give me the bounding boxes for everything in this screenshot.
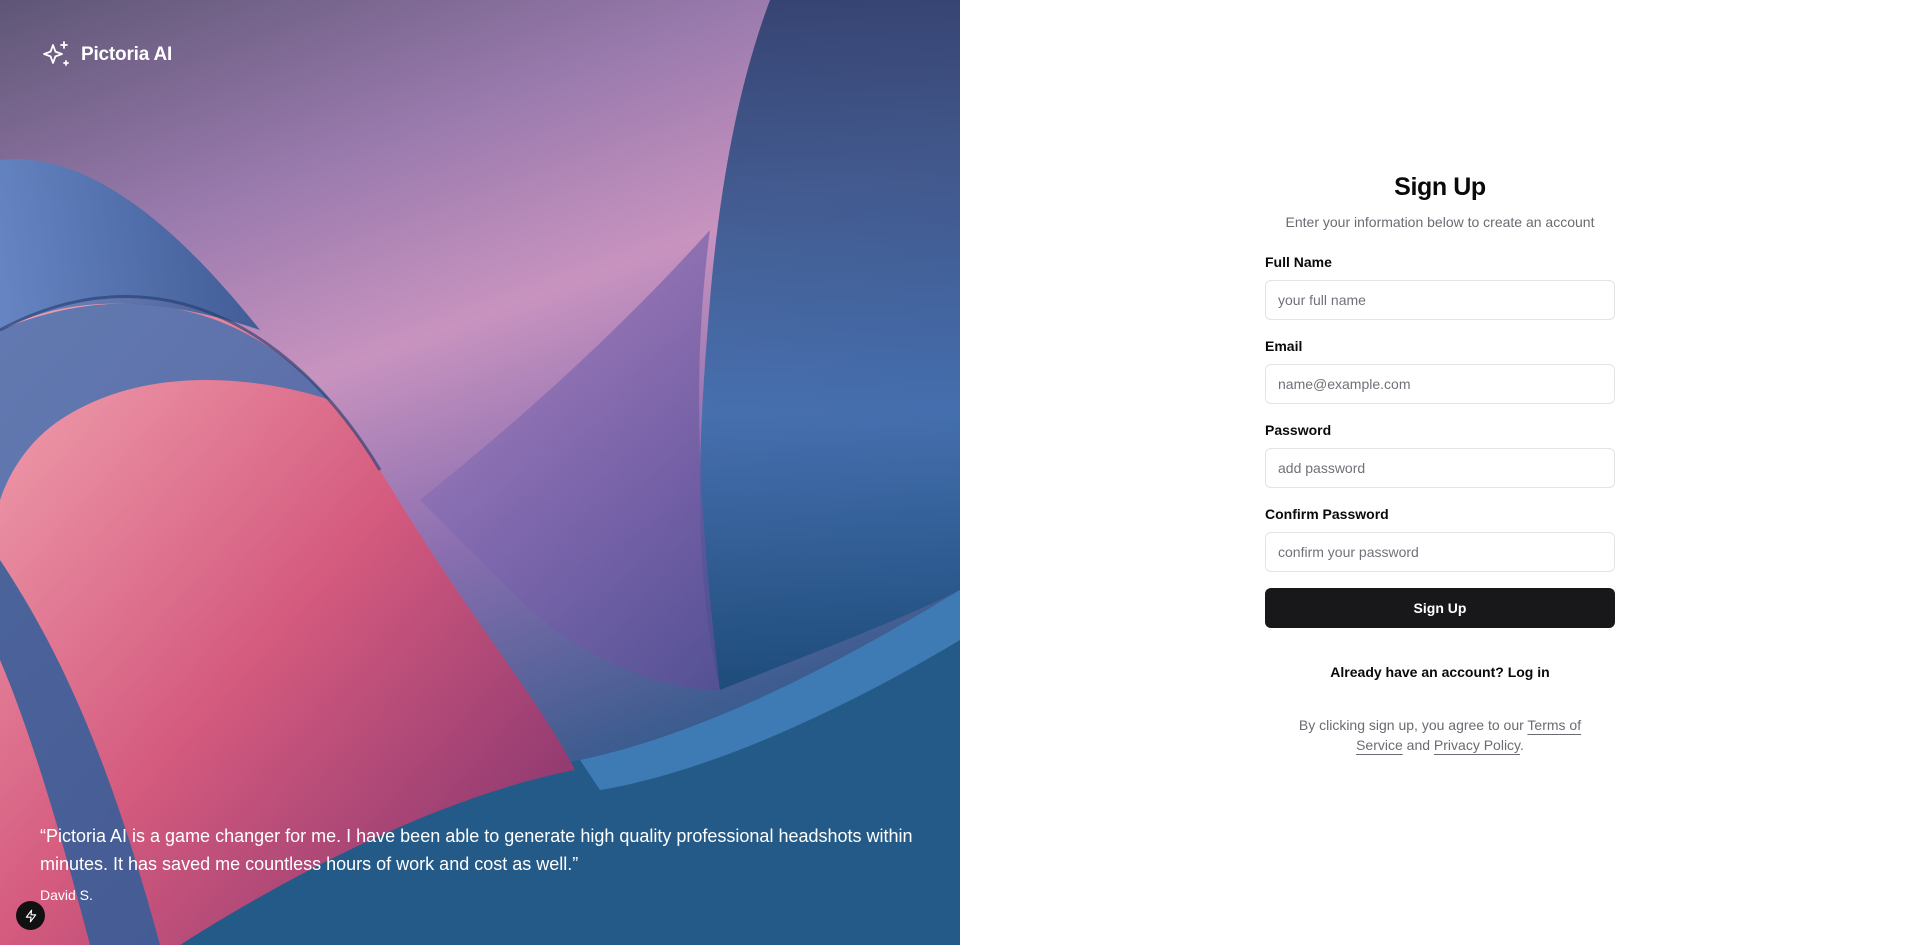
sign-up-button[interactable]: Sign Up [1265,588,1615,628]
full-name-label: Full Name [1265,254,1332,270]
login-prompt: Already have an account? Log in [1265,664,1615,680]
page-subtitle: Enter your information below to create a… [1285,214,1595,230]
email-field: Email [1265,338,1615,404]
legal-notice: By clicking sign up, you agree to our Te… [1265,715,1615,755]
email-label: Email [1265,338,1303,354]
full-name-field: Full Name [1265,254,1615,320]
confirm-password-input[interactable] [1265,532,1615,572]
testimonial-quote: “Pictoria AI is a game changer for me. I… [40,826,913,874]
legal-and: and [1406,737,1431,753]
bolt-icon [25,909,36,922]
legal-suffix: . [1520,737,1524,753]
login-prompt-text: Already have an account? [1330,664,1504,680]
hero-panel: Pictoria AI “Pictoria AI is a game chang… [0,0,960,945]
confirm-password-field: Confirm Password [1265,506,1615,572]
page-title: Sign Up [1394,173,1486,201]
password-input[interactable] [1265,448,1615,488]
email-input[interactable] [1265,364,1615,404]
password-label: Password [1265,422,1332,438]
bolt-badge-button[interactable] [16,901,45,930]
legal-prefix: By clicking sign up, you agree to our [1298,717,1524,733]
sparkles-icon [43,41,69,66]
privacy-policy-link[interactable]: Privacy Policy [1434,737,1520,753]
signup-form: Sign Up Enter your information below to … [1265,170,1615,755]
testimonial-author: David S. [40,887,93,903]
password-field: Password [1265,422,1615,488]
testimonial: “Pictoria AI is a game changer for me. I… [40,822,920,903]
full-name-input[interactable] [1265,280,1615,320]
hero-abstract-image [0,0,960,945]
log-in-link[interactable]: Log in [1508,664,1550,680]
brand-name: Pictoria AI [81,44,173,65]
brand-logo[interactable]: Pictoria AI [40,39,172,71]
confirm-password-label: Confirm Password [1265,506,1389,522]
